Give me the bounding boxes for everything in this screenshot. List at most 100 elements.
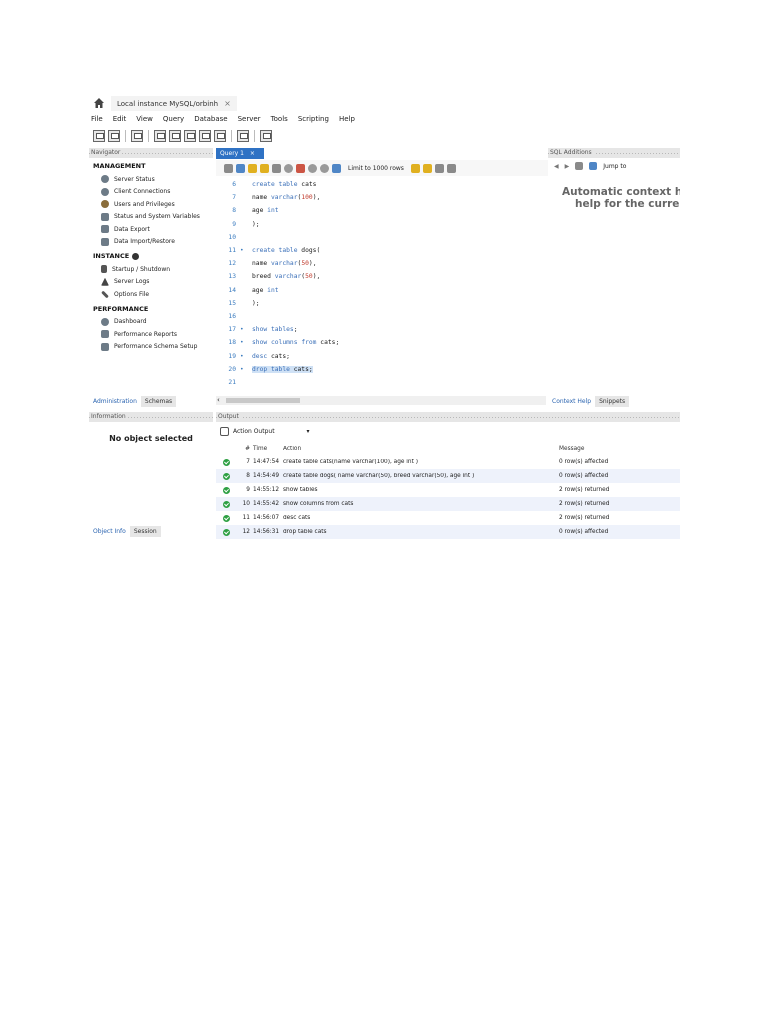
editor-line[interactable]: 13 breed varchar(50),	[216, 270, 546, 283]
table-row[interactable]: 9 14:55:12 show tables 2 row(s) returned	[216, 483, 680, 497]
inspector-icon[interactable]	[131, 129, 143, 142]
editor-line[interactable]: 6 create table cats	[216, 178, 546, 191]
create-schema-icon[interactable]	[154, 129, 166, 142]
autocommit-icon[interactable]	[332, 163, 341, 173]
limit-rows-select[interactable]: Limit to 1000 rows	[344, 165, 408, 172]
menu-query[interactable]: Query	[163, 115, 184, 123]
create-table-icon[interactable]	[169, 129, 181, 142]
editor-line[interactable]: 16	[216, 310, 546, 323]
menu-scripting[interactable]: Scripting	[298, 115, 329, 123]
home-icon[interactable]	[93, 97, 105, 109]
nav-performance-schema-setup[interactable]: Performance Schema Setup	[89, 341, 213, 354]
output-type-select[interactable]: Action Output ▾	[220, 427, 310, 436]
tab-session[interactable]: Session	[129, 526, 161, 537]
back-icon[interactable]: ◀	[554, 163, 559, 170]
menu-database[interactable]: Database	[194, 115, 227, 123]
new-sql-tab-icon[interactable]	[93, 129, 105, 142]
sql-editor[interactable]: 6 create table cats 7 name varchar(100), 8 ag…	[216, 178, 546, 390]
table-row[interactable]: 10 14:55:42 show columns from cats 2 row(s)…	[216, 497, 680, 511]
nav-server-logs[interactable]: Server Logs	[89, 276, 213, 289]
nav-data-import-restore[interactable]: Data Import/Restore	[89, 236, 213, 249]
tab-query-1[interactable]: Query 1 ×	[216, 148, 264, 159]
menu-file[interactable]: File	[91, 115, 103, 123]
create-procedure-icon[interactable]	[199, 129, 211, 142]
commit-icon[interactable]	[308, 163, 317, 173]
nav-client-connections[interactable]: Client Connections	[89, 186, 213, 199]
connection-tab[interactable]: Local instance MySQL/orbinh ×	[111, 96, 237, 111]
nav-startup-shutdown[interactable]: Startup / Shutdown	[89, 263, 213, 276]
row-message: 0 row(s) affected	[559, 529, 609, 535]
editor-line[interactable]: 11 • create table dogs(	[216, 244, 546, 257]
scrollbar-thumb[interactable]	[226, 398, 300, 403]
toggle-continue-icon[interactable]	[296, 163, 305, 173]
menu-tools[interactable]: Tools	[271, 115, 288, 123]
nav-options-file[interactable]: Options File	[89, 288, 213, 301]
editor-line[interactable]: 15);	[216, 297, 546, 310]
menu-server[interactable]: Server	[238, 115, 261, 123]
nav-status-and-system-variables[interactable]: Status and System Variables	[89, 211, 213, 224]
editor-line[interactable]: 14 age int	[216, 284, 546, 297]
create-view-icon[interactable]	[184, 129, 196, 142]
table-row[interactable]: 11 14:56:07 desc cats 2 row(s) returned	[216, 511, 680, 525]
success-check-icon	[222, 528, 230, 536]
tab-context-help[interactable]: Context Help	[548, 396, 596, 407]
beautify-icon[interactable]	[410, 163, 420, 173]
nav-performance-reports[interactable]: Performance Reports	[89, 328, 213, 341]
open-file-icon[interactable]	[224, 163, 233, 173]
editor-line[interactable]: 9);	[216, 218, 546, 231]
table-row[interactable]: 7 14:47:54 create table cats(name varchar(…	[216, 455, 680, 469]
close-icon[interactable]: ×	[250, 150, 255, 157]
execute-icon[interactable]	[248, 163, 257, 173]
editor-line[interactable]: 18 • show columns from cats;	[216, 336, 546, 349]
tab-object-info[interactable]: Object Info	[89, 526, 130, 537]
editor-line[interactable]: 10	[216, 231, 546, 244]
nav-item-label: Server Status	[114, 175, 155, 183]
toggle-help-icon[interactable]	[575, 162, 584, 170]
menu-edit[interactable]: Edit	[113, 115, 127, 123]
column-action[interactable]: Action	[283, 446, 559, 452]
editor-line[interactable]: 21	[216, 376, 546, 389]
editor-line[interactable]: 7 name varchar(100),	[216, 191, 546, 204]
search-table-data-icon[interactable]	[237, 129, 249, 142]
editor-line[interactable]: 20 • drop table cats;	[216, 363, 546, 376]
editor-line[interactable]: 8 age int	[216, 204, 546, 217]
table-row[interactable]: 12 14:56:31 drop table cats 0 row(s) affect…	[216, 525, 680, 539]
column-time[interactable]: Time	[253, 446, 283, 452]
line-number: 8	[232, 207, 236, 215]
column-message[interactable]: Message	[559, 446, 679, 452]
menu-view[interactable]: View	[136, 115, 153, 123]
invisible-chars-icon[interactable]	[446, 163, 456, 173]
column-number[interactable]: #	[236, 446, 253, 452]
editor-line[interactable]: 17 • show tables;	[216, 323, 546, 336]
stop-icon[interactable]	[284, 163, 293, 173]
tab-schemas[interactable]: Schemas	[140, 396, 177, 407]
nav-users-and-privileges[interactable]: Users and Privileges	[89, 198, 213, 211]
editor-line[interactable]: 12 name varchar(50),	[216, 257, 546, 270]
forward-icon[interactable]: ▶	[565, 163, 570, 170]
editor-line[interactable]: 19 • desc cats;	[216, 350, 546, 363]
auto-help-icon[interactable]	[589, 162, 598, 170]
save-icon[interactable]	[236, 163, 245, 173]
jump-to-label[interactable]: Jump to	[603, 163, 626, 170]
rollback-icon[interactable]	[320, 163, 329, 173]
nav-server-status[interactable]: Server Status	[89, 173, 213, 186]
editor-horizontal-scrollbar[interactable]: ‹	[216, 396, 546, 405]
scroll-left-icon[interactable]: ‹	[217, 396, 220, 404]
tab-snippets[interactable]: Snippets	[595, 396, 630, 407]
nav-data-export[interactable]: Data Export	[89, 223, 213, 236]
table-row[interactable]: 8 14:54:49 create table dogs( name varchar…	[216, 469, 680, 483]
tab-administration[interactable]: Administration	[89, 396, 141, 407]
nav-dashboard[interactable]: Dashboard	[89, 316, 213, 329]
menu-help[interactable]: Help	[339, 115, 355, 123]
create-function-icon[interactable]	[214, 129, 226, 142]
search-icon[interactable]	[434, 163, 444, 173]
line-number: 19	[228, 352, 236, 360]
explain-icon[interactable]	[272, 163, 281, 173]
close-icon[interactable]: ×	[224, 99, 231, 108]
execute-statement-icon[interactable]	[260, 163, 269, 173]
variables-icon	[101, 212, 109, 221]
open-sql-script-icon[interactable]	[108, 129, 120, 142]
reconnect-icon[interactable]	[260, 129, 272, 142]
find-icon[interactable]	[422, 163, 432, 173]
chevron-down-icon[interactable]: ▾	[307, 428, 310, 435]
